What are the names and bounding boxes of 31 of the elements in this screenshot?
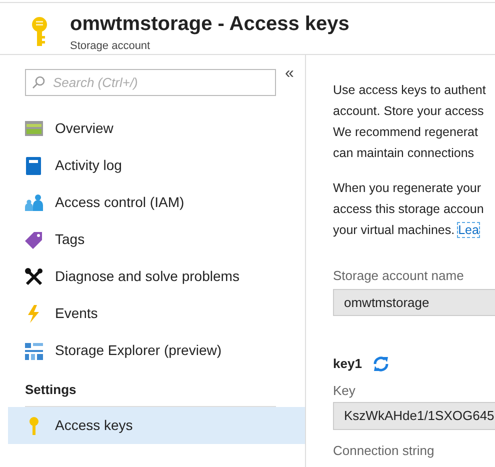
field-label: Connection string (333, 444, 436, 458)
page-title: omwtmstorage - Access keys (70, 12, 350, 37)
sidebar-item[interactable]: Storage Explorer (preview) (8, 332, 305, 369)
sidebar-item[interactable]: Access control (IAM) (8, 184, 305, 221)
page-subtitle: Storage account (70, 39, 152, 53)
key-icon (32, 17, 47, 47)
refresh-icon[interactable] (372, 354, 390, 373)
description-text: Use access keys to authent account. Store your access We recommend regenerat can maintain connections (333, 82, 487, 162)
sidebar-item[interactable]: Diagnose and solve problems (8, 258, 305, 295)
field-label: Key (333, 382, 356, 400)
grid-icon (25, 342, 43, 360)
sidebar-item[interactable]: Tags (8, 221, 305, 258)
overview-icon (25, 120, 43, 138)
collapse-button[interactable]: « (285, 65, 294, 83)
sidebar-item[interactable]: Access keys (8, 407, 305, 444)
description-text: When you regenerate your access this storage accoun your virtual machines. Lea (333, 180, 485, 239)
learn-more-link[interactable]: Lea (458, 223, 479, 237)
tag-icon (25, 230, 43, 248)
key-field[interactable]: KszWkAHde1/1SXOG645 (333, 402, 495, 430)
sidebar-item[interactable]: Activity log (8, 147, 305, 184)
section-heading: Settings (25, 381, 78, 399)
search-icon (32, 76, 45, 89)
account-name-field[interactable]: omwtmstorage (333, 289, 495, 316)
book-icon (25, 156, 43, 174)
sidebar-item[interactable]: Events (8, 295, 305, 332)
sidebar-item[interactable]: Overview (8, 110, 305, 147)
tools-icon (25, 268, 43, 286)
key-heading: key1 (333, 355, 362, 373)
field-label: Storage account name (333, 267, 465, 285)
people-icon (25, 194, 43, 212)
search-field[interactable]: Search (Ctrl+/) (25, 69, 276, 96)
